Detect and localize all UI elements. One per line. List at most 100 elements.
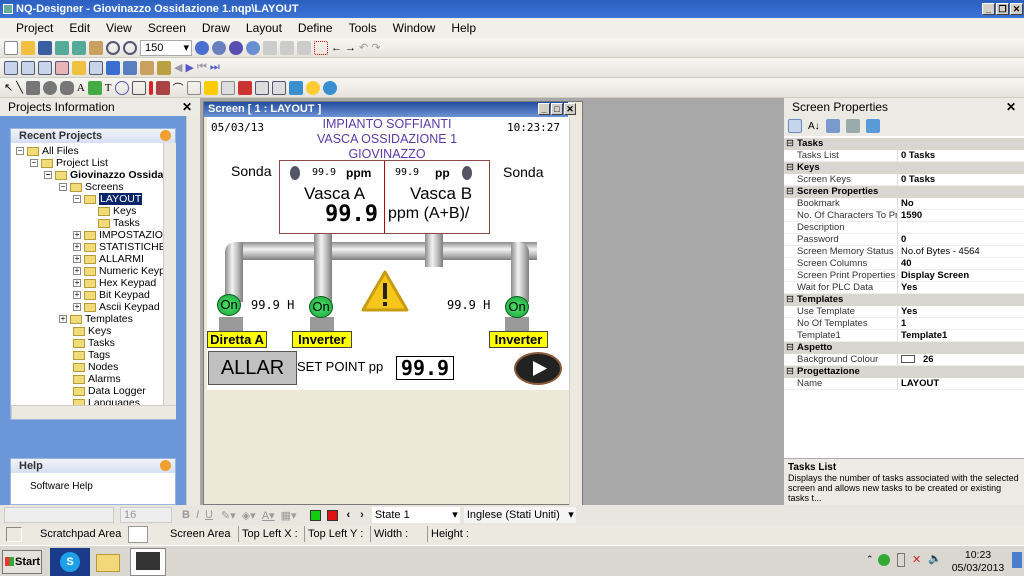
prev-state-icon[interactable]: ‹ — [346, 509, 350, 521]
open-screen-icon[interactable] — [72, 60, 86, 75]
tree-node[interactable]: Keys — [73, 325, 111, 337]
copy-icon[interactable] — [280, 40, 294, 55]
save-icon[interactable] — [38, 40, 52, 55]
meter-icon[interactable]: ⌒ — [173, 80, 184, 96]
border-icon[interactable]: ▦▾ — [281, 509, 297, 522]
zoom-select[interactable]: 150 ▾ — [140, 39, 192, 56]
chart-icon[interactable] — [155, 80, 170, 95]
property-row[interactable]: Screen Memory Status No.of Bytes - 4564 — [784, 246, 1024, 258]
next-state-icon[interactable]: › — [360, 509, 364, 521]
sort-az-icon[interactable]: A↓ — [808, 121, 820, 132]
pointer-icon[interactable]: ↖ — [4, 81, 13, 94]
compile-icon[interactable] — [195, 40, 209, 55]
property-category[interactable]: Screen Properties — [784, 186, 1024, 198]
property-row[interactable]: Background Colour 26 — [784, 354, 1024, 366]
tree-node[interactable]: Data Logger — [73, 385, 146, 397]
property-value[interactable]: Template1 — [898, 330, 1024, 342]
tree-node[interactable]: + Templates — [59, 313, 133, 325]
skype-taskbar-icon[interactable]: S — [50, 548, 90, 576]
button-icon[interactable] — [254, 80, 269, 95]
menu-help[interactable]: Help — [443, 21, 484, 35]
help-icon[interactable] — [229, 40, 243, 55]
property-value[interactable]: 0 — [898, 234, 1024, 246]
button2-icon[interactable] — [271, 80, 286, 95]
property-row[interactable]: Name LAYOUT — [784, 378, 1024, 390]
tree-node[interactable]: − All Files — [16, 145, 79, 157]
clock[interactable]: 10:23 05/03/2013 — [948, 549, 1008, 575]
plc-icon[interactable] — [106, 60, 120, 75]
close-button[interactable]: ✕ — [564, 103, 576, 115]
on-button-2[interactable]: On — [309, 296, 333, 318]
line-icon[interactable]: ╲ — [16, 81, 23, 94]
tree-node[interactable]: + Bit Keypad — [73, 289, 150, 301]
tree-node[interactable]: Tags — [73, 349, 110, 361]
open-icon[interactable] — [21, 40, 35, 55]
minimize-button[interactable]: _ — [982, 3, 995, 15]
tree-node[interactable]: + Ascii Keypad — [73, 301, 160, 313]
property-row[interactable]: No. Of Characters To Print 1590 — [784, 210, 1024, 222]
screen-props-icon[interactable] — [89, 60, 103, 75]
trend-icon[interactable] — [186, 80, 201, 95]
arrow-left-icon[interactable]: ← — [331, 42, 342, 54]
last-icon[interactable]: ⏭ — [210, 61, 220, 74]
property-category[interactable]: Progettazione — [784, 366, 1024, 378]
property-row[interactable]: Bookmark No — [784, 198, 1024, 210]
upload-icon[interactable] — [55, 40, 69, 55]
select-grid-icon[interactable] — [314, 40, 328, 55]
tree-node[interactable]: Languages — [73, 397, 140, 405]
on-button-3[interactable]: On — [505, 296, 529, 318]
clock-icon[interactable] — [114, 80, 129, 95]
property-row[interactable]: Use Template Yes — [784, 306, 1024, 318]
paste-icon[interactable] — [297, 40, 311, 55]
prev-icon[interactable]: ◀ — [174, 61, 182, 74]
property-row[interactable]: Screen Print Properties Display Screen — [784, 270, 1024, 282]
cut-icon[interactable] — [263, 40, 277, 55]
new-screen-icon[interactable] — [4, 60, 18, 75]
explorer-taskbar-icon[interactable] — [92, 548, 126, 576]
alarm-button[interactable]: ALLAR — [208, 351, 297, 385]
tree-node[interactable]: − Screens — [59, 181, 124, 193]
network-icon[interactable]: ✕ — [912, 553, 921, 566]
property-category[interactable]: Tasks — [784, 138, 1024, 150]
close-icon[interactable]: ✕ — [182, 98, 192, 116]
rectangle-icon[interactable] — [25, 80, 40, 95]
property-value[interactable]: 40 — [898, 258, 1024, 270]
tree-node[interactable]: + STATISTICHE — [73, 241, 163, 253]
battery-icon[interactable] — [897, 553, 905, 567]
property-row[interactable]: Screen Columns 40 — [784, 258, 1024, 270]
property-value[interactable]: LAYOUT — [898, 378, 1024, 390]
property-value[interactable]: No.of Bytes - 4564 — [898, 246, 1024, 258]
bitmap-icon[interactable] — [87, 80, 102, 95]
zoom-out-icon[interactable] — [123, 40, 137, 55]
data-entry-icon[interactable] — [131, 80, 146, 95]
device-icon[interactable] — [878, 554, 890, 566]
property-value[interactable]: Display Screen — [898, 270, 1024, 282]
menu-tools[interactable]: Tools — [341, 21, 385, 35]
tree-node[interactable]: Nodes — [73, 361, 118, 373]
close-button[interactable]: ✕ — [1010, 3, 1023, 15]
language-select[interactable]: Inglese (Stati Uniti) ▾ — [463, 507, 576, 523]
show-hidden-icons[interactable]: ⌃ — [866, 554, 874, 565]
refresh-icon[interactable] — [246, 40, 260, 55]
expand-icon[interactable] — [825, 119, 840, 133]
collapse-icon[interactable] — [160, 460, 171, 471]
property-value[interactable]: Yes — [898, 282, 1024, 294]
projects-vertical-scrollbar[interactable] — [186, 116, 200, 505]
image-icon[interactable] — [237, 80, 252, 95]
tree-node[interactable]: − Project List — [30, 157, 108, 169]
schedule-icon[interactable] — [140, 60, 154, 75]
add-screen-icon[interactable] — [21, 60, 35, 75]
arrow-right-icon[interactable]: → — [345, 42, 356, 54]
tree-node[interactable]: Tasks — [73, 337, 115, 349]
tree-node[interactable]: + Hex Keypad — [73, 277, 156, 289]
property-row[interactable]: Wait for PLC Data Yes — [784, 282, 1024, 294]
table-icon[interactable] — [220, 80, 235, 95]
lamp-icon[interactable] — [305, 80, 320, 95]
property-row[interactable]: Tasks List 0 Tasks — [784, 150, 1024, 162]
show-desktop-button[interactable] — [1012, 552, 1022, 568]
next-screen-button[interactable] — [514, 352, 562, 385]
properties-icon[interactable] — [89, 40, 103, 55]
categorized-icon[interactable] — [788, 119, 802, 133]
screen-vertical-scrollbar[interactable] — [569, 117, 582, 505]
new-icon[interactable] — [4, 40, 18, 55]
